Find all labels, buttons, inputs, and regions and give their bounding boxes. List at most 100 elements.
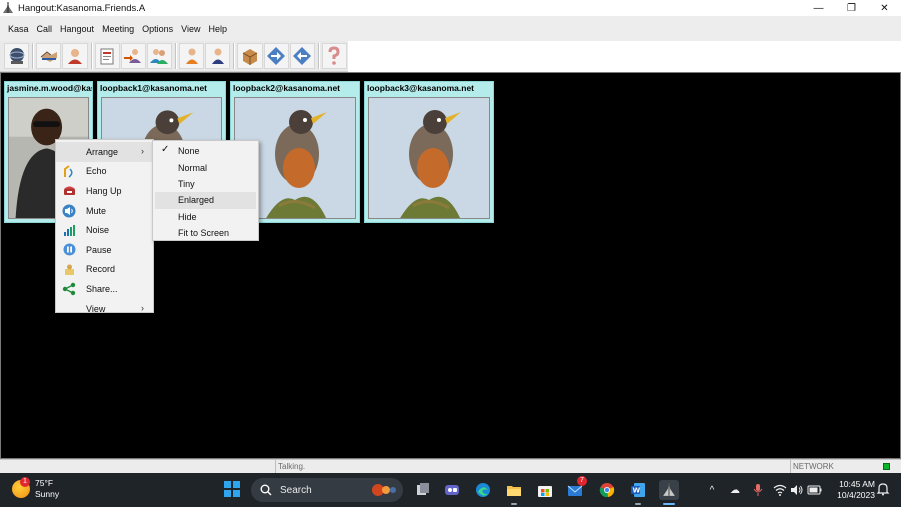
volume-icon[interactable] <box>790 481 804 499</box>
help-question-icon[interactable] <box>321 43 348 69</box>
clock-time: 10:45 AM <box>839 479 875 489</box>
menu-item-label: Pause <box>86 244 112 255</box>
submenu-item-normal[interactable]: Normal <box>153 159 258 175</box>
menu-item-share[interactable]: Share... <box>56 279 153 299</box>
menu-item-echo[interactable]: Echo <box>56 162 153 182</box>
search-highlight-icon <box>372 484 396 496</box>
submenu-item-fit-to-screen[interactable]: Fit to Screen <box>153 225 258 241</box>
menu-item-label: Noise <box>86 225 110 236</box>
package-box-icon[interactable] <box>237 43 263 69</box>
microsoft-store-icon[interactable] <box>535 480 555 500</box>
sun-icon: 1 <box>12 477 30 498</box>
menu-item-view[interactable]: View › <box>56 299 153 319</box>
record-icon <box>62 262 76 276</box>
windows-start-icon[interactable] <box>224 481 240 497</box>
minimize-button[interactable]: — <box>802 0 835 16</box>
menu-call[interactable]: Call <box>33 24 57 34</box>
tile-label: jasmine.m.wood@kasanoma.net <box>7 83 92 93</box>
toolbar-separator <box>32 43 35 69</box>
toolbar-background <box>348 41 901 72</box>
title-bar: Hangout:Kasanoma.Friends.A — ❐ ✕ <box>0 0 901 16</box>
system-clock[interactable]: 10:45 AM 10/4/2023 <box>829 479 875 501</box>
onedrive-cloud-icon[interactable]: ☁ <box>728 481 742 499</box>
search-icon <box>260 484 272 496</box>
submenu-item-hide[interactable]: Hide <box>153 209 258 225</box>
submenu-item-none[interactable]: ✓ None <box>153 143 258 159</box>
restore-button[interactable]: ❐ <box>835 0 868 16</box>
document-card-icon[interactable] <box>94 43 120 69</box>
toolbar-separator <box>175 43 178 69</box>
teams-chat-icon[interactable] <box>442 480 462 500</box>
menu-item-pause[interactable]: Pause <box>56 240 153 260</box>
task-view-icon[interactable] <box>413 480 433 500</box>
kasanoma-app-icon[interactable] <box>659 480 679 500</box>
echo-icon <box>62 164 76 178</box>
status-network: NETWORK <box>790 460 834 473</box>
menu-item-arrange[interactable]: Arrange › <box>56 142 153 162</box>
menu-meeting[interactable]: Meeting <box>98 24 138 34</box>
file-explorer-icon[interactable] <box>504 480 524 500</box>
active-app-indicator <box>663 503 675 505</box>
notification-bell-icon[interactable] <box>876 482 890 496</box>
submenu-item-label: None <box>178 146 200 157</box>
chevron-right-icon: › <box>141 146 144 156</box>
microphone-icon[interactable] <box>751 481 765 499</box>
submenu-item-label: Enlarged <box>178 195 215 206</box>
search-box[interactable]: Search <box>251 478 403 502</box>
menu-bar: Kasa Call Hangout Meeting Options View H… <box>0 16 901 41</box>
noise-bars-icon <box>62 223 76 237</box>
tile-label: loopback2@kasanoma.net <box>233 83 341 93</box>
menu-item-record[interactable]: Record <box>56 260 153 280</box>
menu-hangout[interactable]: Hangout <box>56 24 98 34</box>
search-label: Search <box>280 484 312 496</box>
user-profile-icon[interactable] <box>62 43 88 69</box>
person-blue-icon[interactable] <box>205 43 231 69</box>
menu-item-label: View <box>86 303 106 314</box>
submenu-item-label: Normal <box>178 162 208 173</box>
arrow-left-diamond-icon[interactable] <box>289 43 315 69</box>
weather-widget[interactable]: 1 75°F Sunny <box>12 477 59 500</box>
group-users-icon[interactable] <box>146 43 173 69</box>
menu-view[interactable]: View <box>177 24 204 34</box>
wifi-icon[interactable] <box>773 481 787 499</box>
svg-text:W: W <box>633 487 641 495</box>
weather-temp: 75°F <box>35 478 54 488</box>
menu-kasa[interactable]: Kasa <box>4 24 33 34</box>
menu-item-noise[interactable]: Noise <box>56 220 153 240</box>
chevron-right-icon: › <box>141 302 144 313</box>
submenu-item-label: Fit to Screen <box>178 228 230 239</box>
status-talking: Talking. <box>275 460 305 473</box>
toolbar-separator <box>317 43 320 69</box>
taskbar: 1 75°F Sunny Search 7 W ^ ☁ 10:45 AM 10/… <box>0 473 901 507</box>
arrange-submenu: ✓ None Normal Tiny Enlarged Hide Fit to … <box>152 140 259 241</box>
tile-label: loopback1@kasanoma.net <box>100 83 208 93</box>
checkmark-icon: ✓ <box>161 144 170 155</box>
mail-icon[interactable]: 7 <box>566 476 587 500</box>
edge-browser-icon[interactable] <box>473 480 493 500</box>
chrome-icon[interactable] <box>597 480 617 500</box>
menu-help[interactable]: Help <box>204 24 231 34</box>
battery-icon[interactable] <box>807 481 823 499</box>
word-icon[interactable]: W <box>628 480 648 500</box>
handshake-icon[interactable] <box>36 43 62 69</box>
clock-date: 10/4/2023 <box>837 490 875 500</box>
submenu-item-enlarged[interactable]: Enlarged <box>155 192 256 209</box>
menu-options[interactable]: Options <box>138 24 177 34</box>
menu-item-mute[interactable]: Mute <box>56 201 153 221</box>
menu-item-label: Mute <box>86 205 107 216</box>
running-indicator <box>635 503 641 505</box>
arrow-right-diamond-icon[interactable] <box>263 43 289 69</box>
toolbar-separator <box>233 43 236 69</box>
submenu-item-tiny[interactable]: Tiny <box>153 176 258 192</box>
network-globe-icon[interactable] <box>4 43 30 69</box>
submenu-item-label: Tiny <box>178 178 195 189</box>
person-orange-icon[interactable] <box>179 43 205 69</box>
menu-item-hang-up[interactable]: Hang Up <box>56 181 153 201</box>
running-indicator <box>511 503 517 505</box>
close-button[interactable]: ✕ <box>868 0 901 16</box>
contact-arrow-icon[interactable] <box>120 43 146 69</box>
video-tile-loopback3[interactable]: loopback3@kasanoma.net <box>364 81 494 223</box>
chevron-up-icon[interactable]: ^ <box>706 481 718 499</box>
menu-item-label: Hang Up <box>86 185 122 196</box>
toolbar-separator <box>90 43 93 69</box>
